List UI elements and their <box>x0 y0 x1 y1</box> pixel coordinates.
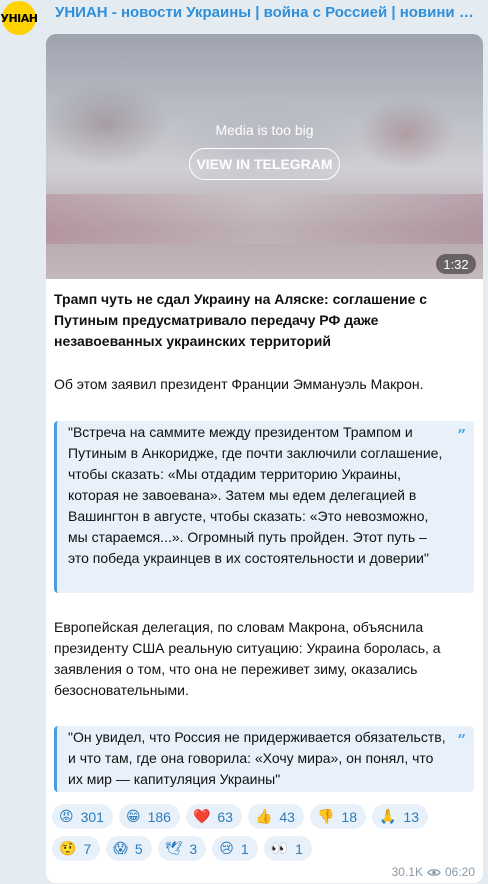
reaction-count: 7 <box>83 840 92 857</box>
reactions-bar: 😡 301 😁 186 ❤️ 63 👍 43 👎 18 🙏 13 🤨 7 😱 5 🕊 3 😢 1 👀… <box>52 804 477 868</box>
quote-icon: ” <box>457 426 466 444</box>
message-time: 06:20 <box>444 865 475 879</box>
reaction-count: 43 <box>279 808 295 825</box>
scream-face-icon: 😱 <box>113 840 128 856</box>
thumbs-up-icon: 👍 <box>254 808 273 824</box>
reaction-scream[interactable]: 😱 5 <box>106 836 152 861</box>
quote-text: "Он увидел, что Россия не придерживается… <box>68 729 446 787</box>
reaction-count: 3 <box>189 840 198 857</box>
reaction-grin[interactable]: 😁 186 <box>118 804 180 829</box>
reaction-cry[interactable]: 😢 1 <box>212 836 258 861</box>
eyes-icon: 👀 <box>270 840 289 856</box>
view-in-telegram-button[interactable]: VIEW IN TELEGRAM <box>189 148 340 180</box>
reaction-dove[interactable]: 🕊 3 <box>157 836 207 861</box>
reaction-count: 301 <box>80 808 104 825</box>
message-bubble: Media is too big VIEW IN TELEGRAM 1:32 Т… <box>46 34 483 883</box>
angry-face-icon: 😡 <box>59 808 74 824</box>
post-headline: Трамп чуть не сдал Украину на Аляске: со… <box>54 291 428 349</box>
reaction-count: 63 <box>217 808 233 825</box>
reaction-count: 5 <box>134 840 143 857</box>
post-paragraph: Европейская делегация, по словам Макрона… <box>54 619 441 698</box>
media-too-big-label: Media is too big <box>215 122 314 138</box>
reaction-thumbs-up[interactable]: 👍 43 <box>247 804 304 829</box>
heart-icon: ❤️ <box>192 808 211 824</box>
quote-icon: ” <box>457 731 466 749</box>
thumbs-down-icon: 👎 <box>316 808 335 824</box>
reaction-angry[interactable]: 😡 301 <box>52 804 113 829</box>
reaction-count: 18 <box>341 808 357 825</box>
crying-face-icon: 😢 <box>219 840 234 856</box>
dove-icon: 🕊 <box>164 840 183 856</box>
video-preview[interactable]: Media is too big VIEW IN TELEGRAM 1:32 <box>46 34 483 279</box>
post-paragraph: Об этом заявил президент Франции Эммануэ… <box>54 376 424 392</box>
reaction-count: 186 <box>147 808 171 825</box>
reaction-count: 13 <box>403 808 419 825</box>
reactions-row: 🤨 7 😱 5 🕊 3 😢 1 👀 1 <box>52 836 477 861</box>
raised-eyebrow-icon: 🤨 <box>59 840 77 856</box>
grin-face-icon: 😁 <box>125 808 141 824</box>
media-blur <box>46 194 483 244</box>
quote-text: "Встреча на саммите между президентом Тр… <box>68 424 443 566</box>
reaction-count: 1 <box>240 840 249 857</box>
reaction-heart[interactable]: ❤️ 63 <box>185 804 242 829</box>
reaction-pray[interactable]: 🙏 13 <box>371 804 428 829</box>
channel-title[interactable]: УНИАН - новости Украины | война с Россие… <box>55 4 480 21</box>
view-count: 30.1K <box>391 865 423 879</box>
blockquote: "Он увидел, что Россия не придерживается… <box>54 726 474 792</box>
reaction-raised-eyebrow[interactable]: 🤨 7 <box>52 836 101 861</box>
video-duration-badge: 1:32 <box>436 254 476 274</box>
blockquote: "Встреча на саммите между президентом Тр… <box>54 421 474 593</box>
reaction-eyes[interactable]: 👀 1 <box>263 836 312 861</box>
message-meta: 30.1K 06:20 <box>392 865 475 879</box>
channel-avatar[interactable]: УНІАН <box>1 1 38 35</box>
praying-hands-icon: 🙏 <box>378 808 397 824</box>
reactions-row: 😡 301 😁 186 ❤️ 63 👍 43 👎 18 🙏 13 <box>52 804 477 829</box>
eye-icon <box>427 868 441 876</box>
reaction-count: 1 <box>295 840 303 857</box>
reaction-thumbs-down[interactable]: 👎 18 <box>309 804 366 829</box>
